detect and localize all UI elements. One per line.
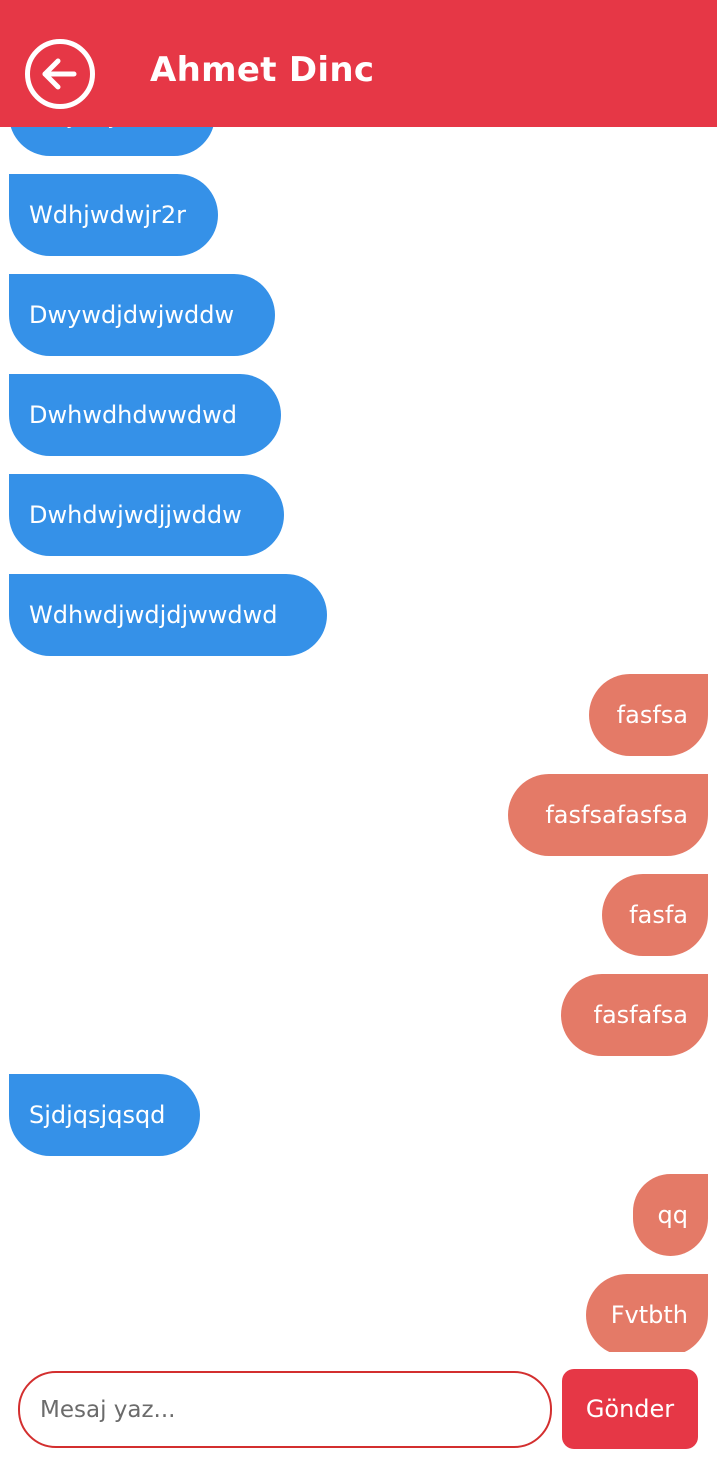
message-bubble-outgoing: fasfafsa <box>561 974 708 1056</box>
message-bubble-outgoing: fasfa <box>602 874 708 956</box>
message-composer: Gönder <box>0 1352 717 1460</box>
message-bubble-incoming: Wdhjwdwjr2r <box>9 174 218 256</box>
message-bubble-incoming: Dwhdwjwdjjwddw <box>9 474 284 556</box>
chat-screen: Wdjwdjwdw Wdhjwdwjr2r Dwywdjdwjwddw Dwhw… <box>0 0 717 1460</box>
message-bubble-outgoing: Fvtbth <box>586 1274 708 1352</box>
message-list[interactable]: Wdjwdjwdw Wdhjwdwjr2r Dwywdjdwjwddw Dwhw… <box>0 0 717 1352</box>
message-bubble-outgoing: qq <box>633 1174 708 1256</box>
message-input[interactable] <box>18 1371 552 1448</box>
message-bubble-outgoing: fasfsafasfsa <box>508 774 708 856</box>
message-bubble-outgoing: fasfsa <box>589 674 708 756</box>
message-bubble-incoming: Wdhwdjwdjdjwwdwd <box>9 574 327 656</box>
message-bubble-incoming: Sjdjqsjqsqd <box>9 1074 200 1156</box>
contact-name: Ahmet Dinc <box>150 50 375 90</box>
message-bubble-incoming: Dwywdjdwjwddw <box>9 274 275 356</box>
send-button[interactable]: Gönder <box>562 1369 698 1449</box>
back-button[interactable] <box>25 39 95 109</box>
message-bubble-incoming: Dwhwdhdwwdwd <box>9 374 281 456</box>
arrow-left-icon <box>42 58 77 90</box>
app-bar: Ahmet Dinc <box>0 0 717 127</box>
